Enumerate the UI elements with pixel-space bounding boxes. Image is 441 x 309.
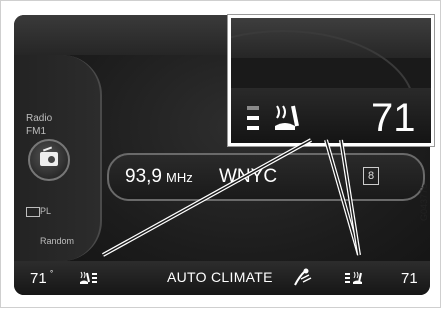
station-name: WNYC: [219, 166, 278, 187]
figure-frame: Radio FM1 PL Random 93,9MHz WNYC 8 71 °: [0, 0, 441, 308]
radio-icon: [40, 152, 58, 166]
auto-climate-label[interactable]: AUTO CLIMATE: [167, 269, 273, 285]
seat-heater-icon[interactable]: [344, 269, 364, 287]
left-temperature-degree: °: [50, 269, 54, 278]
seat-heater-icon[interactable]: [78, 269, 98, 287]
left-temperature[interactable]: 71: [30, 270, 47, 287]
seat-heater-icon: [275, 105, 299, 130]
frequency-display: 93,9 MHz: [125, 166, 193, 188]
rds-label: PL: [40, 206, 52, 216]
right-temperature[interactable]: 71: [401, 270, 418, 287]
climate-bar: 71 ° AUTO CLIMATE 71: [14, 261, 430, 295]
station-display: 93,9 MHz WNYC 8: [107, 153, 425, 201]
frequency-value: 93,9: [125, 166, 162, 187]
source-band: FM1: [26, 126, 46, 137]
source-title: Radio: [26, 113, 53, 124]
zoom-inset: 71: [228, 15, 434, 146]
zoom-temperature: 71: [371, 96, 416, 140]
seat-heater-level-icon: [247, 106, 259, 130]
zoom-climate-bar: 71: [231, 88, 431, 143]
fan-icon[interactable]: [291, 267, 313, 287]
frequency-unit: MHz: [165, 170, 193, 185]
figure-code: G043776: [419, 183, 429, 221]
rds-icon: [26, 207, 40, 217]
radio-source-button[interactable]: [28, 139, 70, 181]
preset-marker: 8: [363, 167, 379, 185]
random-label[interactable]: Random: [40, 236, 74, 246]
